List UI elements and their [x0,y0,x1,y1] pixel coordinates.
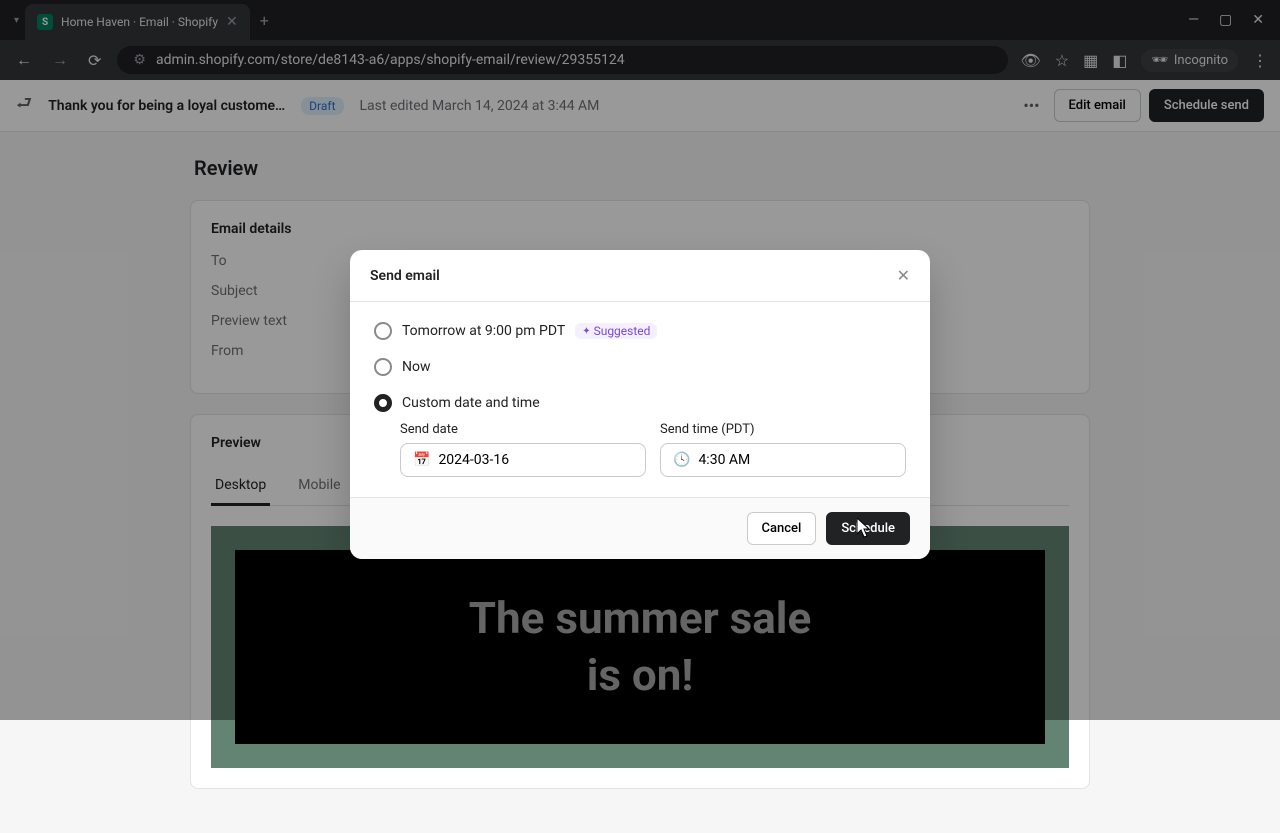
modal-overlay[interactable]: Send email ✕ Tomorrow at 9:00 pm PDT Sug… [0,0,1280,720]
option-custom[interactable]: Custom date and time [374,394,906,412]
send-email-modal: Send email ✕ Tomorrow at 9:00 pm PDT Sug… [350,250,930,559]
option-tomorrow-label: Tomorrow at 9:00 pm PDT [402,323,565,339]
radio-icon[interactable] [374,358,392,376]
radio-icon[interactable] [374,394,392,412]
option-now[interactable]: Now [374,358,906,376]
calendar-icon: 📅 [413,452,430,468]
cancel-button[interactable]: Cancel [747,512,817,545]
close-icon[interactable]: ✕ [897,266,910,285]
date-time-inputs: Send date 📅 2024-03-16 Send time (PDT) 🕓… [400,422,906,477]
send-time-label: Send time (PDT) [660,422,906,437]
modal-body: Tomorrow at 9:00 pm PDT Suggested Now Cu… [350,302,930,497]
modal-footer: Cancel Schedule [350,497,930,559]
modal-header: Send email ✕ [350,250,930,302]
radio-icon[interactable] [374,322,392,340]
send-time-input[interactable]: 🕓 4:30 AM [660,443,906,477]
send-date-label: Send date [400,422,646,437]
option-now-label: Now [402,359,431,375]
option-custom-label: Custom date and time [402,395,540,411]
clock-icon: 🕓 [673,452,690,468]
send-date-input[interactable]: 📅 2024-03-16 [400,443,646,477]
schedule-button[interactable]: Schedule [826,512,910,545]
send-date-value: 2024-03-16 [438,452,509,468]
modal-title: Send email [370,268,440,284]
suggested-badge: Suggested [575,323,657,339]
send-time-value: 4:30 AM [698,452,750,468]
option-tomorrow[interactable]: Tomorrow at 9:00 pm PDT Suggested [374,322,906,340]
